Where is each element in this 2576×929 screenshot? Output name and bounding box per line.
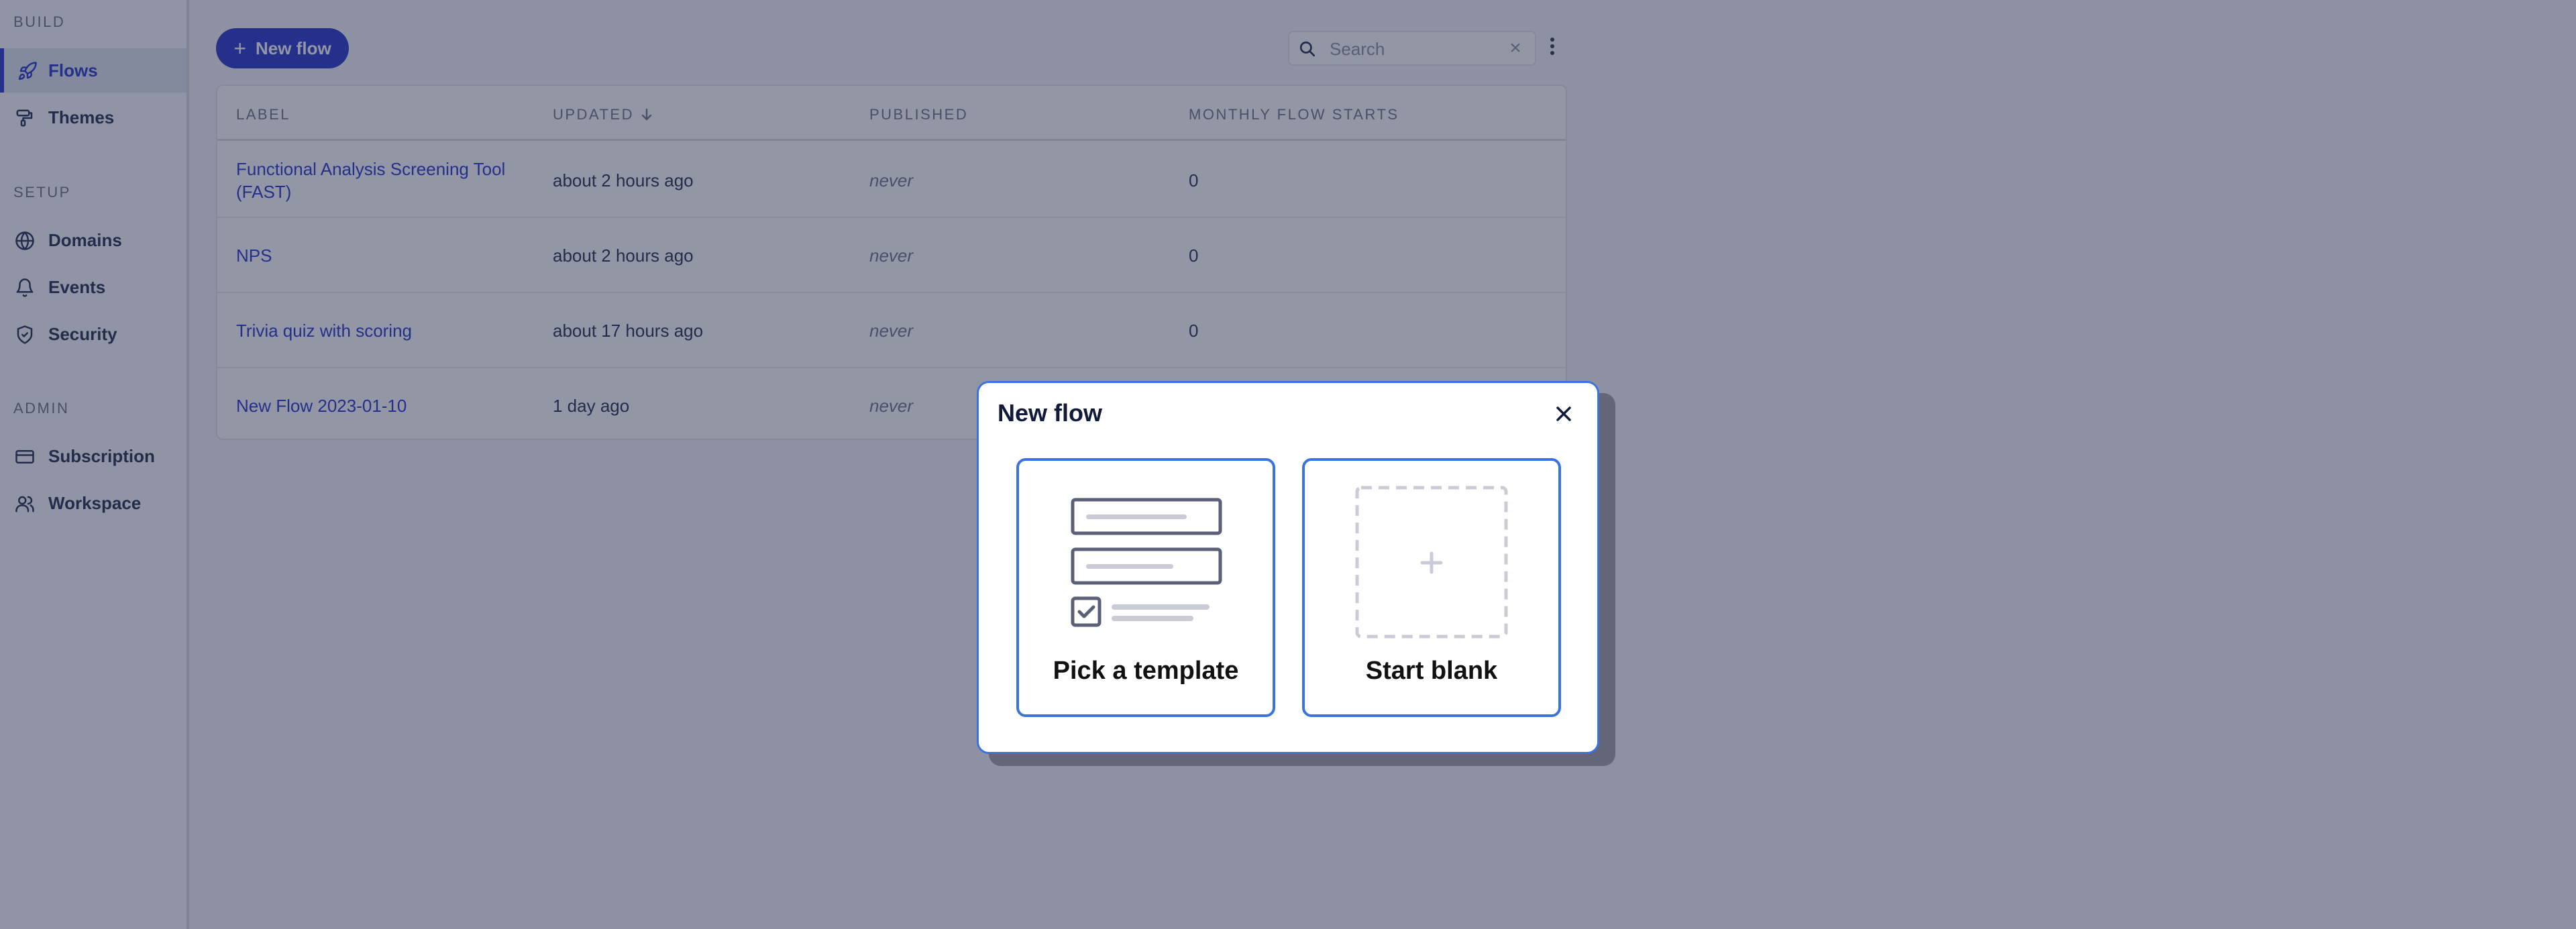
dialog-title: New flow xyxy=(998,399,1103,427)
blank-plus-icon xyxy=(1355,486,1508,639)
start-blank-option[interactable]: Start blank xyxy=(1302,458,1561,717)
app: BUILD Flows Themes SETUP xyxy=(0,0,2576,929)
pick-template-option[interactable]: Pick a template xyxy=(1016,458,1275,717)
pick-template-label: Pick a template xyxy=(1053,657,1239,685)
template-form-icon xyxy=(1071,498,1222,627)
close-icon[interactable] xyxy=(1550,400,1577,427)
start-blank-label: Start blank xyxy=(1365,657,1498,685)
new-flow-dialog: New flow Pick a template Start blank xyxy=(977,381,1599,754)
